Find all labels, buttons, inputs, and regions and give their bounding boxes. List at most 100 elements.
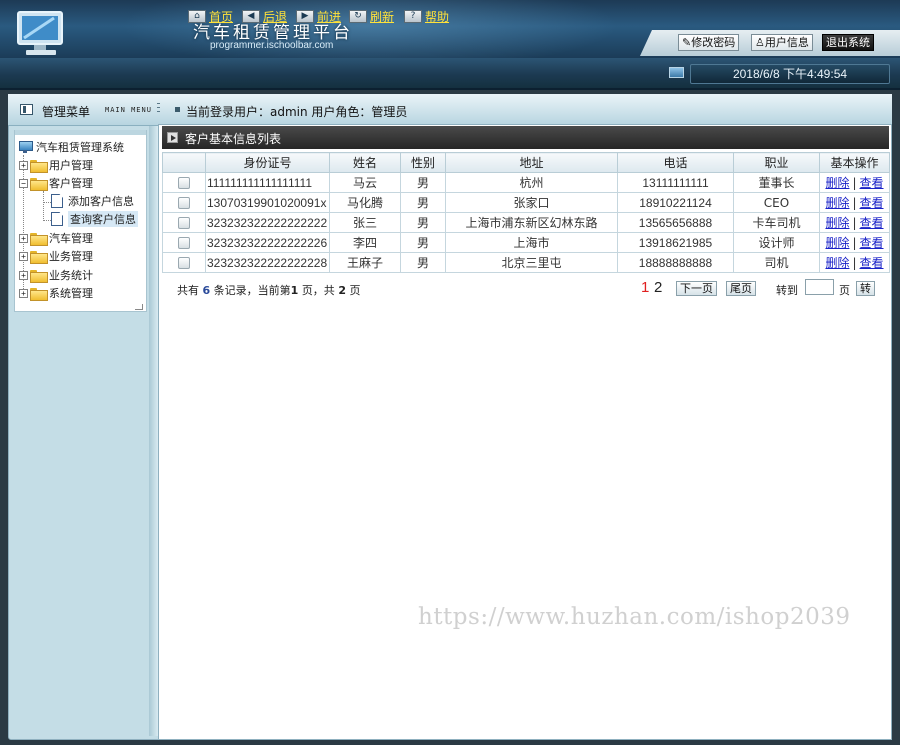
view-link[interactable]: 查看 — [860, 256, 884, 270]
expand-plus-icon[interactable]: + — [19, 233, 28, 243]
table-row: 111111111111111111 马云男杭州 13111111111 董事长 删除 |… — [162, 172, 890, 193]
jump-page-input[interactable] — [805, 279, 834, 295]
go-button[interactable]: 转 — [856, 281, 875, 296]
view-link[interactable]: 查看 — [860, 236, 884, 250]
row-checkbox[interactable] — [178, 257, 190, 269]
menu-subtitle: MAIN MENU — [105, 106, 152, 114]
tree-guide-line — [43, 220, 51, 221]
sidebar-subitem-label: 添加客户信息 — [68, 195, 134, 208]
job-cell: 设计师 — [733, 232, 820, 253]
resize-grip-icon — [135, 304, 143, 310]
tree-guide-line — [43, 202, 51, 203]
pencil-icon: ✎ — [682, 36, 692, 49]
sidebar-background — [14, 312, 148, 736]
address-cell: 北京三里屯 — [445, 252, 618, 273]
sidebar-item-label: 用户管理 — [49, 159, 93, 172]
sidebar-item-car-mgmt[interactable]: + 汽车管理 — [19, 230, 93, 246]
forward-label: 前进 — [317, 9, 342, 24]
address-cell: 上海市 — [445, 232, 618, 253]
tree-guide-line — [43, 191, 44, 219]
view-link[interactable]: 查看 — [860, 176, 884, 190]
sidebar-splitter[interactable] — [149, 126, 158, 736]
pager-summary: 共有 6 条记录，当前第1 页，共 2 页 — [177, 282, 360, 298]
column-header — [162, 152, 206, 173]
select-cell — [162, 172, 206, 193]
expand-plus-icon[interactable]: + — [19, 160, 28, 170]
page-link-2[interactable]: 2 — [654, 279, 662, 296]
delete-link[interactable]: 删除 — [825, 236, 849, 250]
table-row: 323232322222222226 李四男上海市 13918621985 设计师 删除… — [162, 232, 890, 253]
back-label: 后退 — [263, 9, 288, 24]
delete-link[interactable]: 删除 — [825, 256, 849, 270]
phone-cell: 18888888888 — [617, 252, 734, 273]
home-icon: ⌂ — [188, 9, 206, 23]
id-number-cell: 111111111111111111 — [205, 172, 330, 193]
delete-link[interactable]: 删除 — [825, 216, 849, 230]
phone-cell: 13918621985 — [617, 232, 734, 253]
sidebar-item-business-stats[interactable]: + 业务统计 — [19, 267, 93, 283]
table-row: 323232322222222222 张三男上海市浦东新区幻林东路 13565656… — [162, 212, 890, 233]
home-link[interactable]: ⌂ 首页 — [188, 8, 233, 24]
sidebar-subitem-query-customer[interactable]: 查询客户信息 — [51, 211, 138, 227]
page-icon — [51, 194, 63, 208]
user-info-button[interactable]: ♙用户信息 — [751, 34, 813, 51]
op-separator: | — [852, 196, 857, 210]
change-password-button[interactable]: ✎修改密码 — [678, 34, 740, 51]
sidebar-subitem-add-customer[interactable]: 添加客户信息 — [51, 193, 134, 209]
phone-cell: 18910221124 — [617, 192, 734, 213]
panel-title: 客户基本信息列表 — [185, 132, 282, 146]
computer-icon — [18, 140, 33, 154]
row-checkbox[interactable] — [178, 217, 190, 229]
row-checkbox[interactable] — [178, 197, 190, 209]
monitor-logo-icon — [17, 11, 63, 55]
logout-button[interactable]: 退出系统 — [822, 34, 874, 51]
column-header: 电话 — [617, 152, 734, 173]
tree-root-label: 汽车租赁管理系统 — [36, 141, 124, 154]
delete-link[interactable]: 删除 — [825, 196, 849, 210]
view-link[interactable]: 查看 — [860, 216, 884, 230]
tree-root[interactable]: 汽车租赁管理系统 — [18, 139, 124, 155]
home-label: 首页 — [209, 9, 234, 24]
op-separator: | — [852, 176, 857, 190]
help-link[interactable]: ? 帮助 — [404, 8, 449, 24]
view-link[interactable]: 查看 — [860, 196, 884, 210]
play-icon — [167, 132, 178, 143]
refresh-icon: ↻ — [349, 9, 367, 23]
sidebar-item-customer-mgmt[interactable]: − 客户管理 — [19, 175, 93, 191]
collapse-minus-icon[interactable]: − — [19, 178, 28, 188]
back-link[interactable]: ◀ 后退 — [242, 8, 287, 24]
refresh-label: 刷新 — [370, 9, 395, 24]
forward-link[interactable]: ▶ 前进 — [296, 8, 341, 24]
sex-cell: 男 — [400, 192, 446, 213]
sidebar-item-system-mgmt[interactable]: + 系统管理 — [19, 285, 93, 301]
name-cell: 张三 — [329, 212, 401, 233]
total-pages: 2 — [338, 284, 346, 297]
row-checkbox[interactable] — [178, 177, 190, 189]
sidebar-item-user-mgmt[interactable]: + 用户管理 — [19, 157, 93, 173]
next-page-button[interactable]: 下一页 — [676, 281, 717, 296]
table-body: 111111111111111111 马云男杭州 13111111111 董事长 删除 |… — [162, 172, 890, 273]
column-header: 地址 — [445, 152, 618, 173]
sidebar-item-label: 汽车管理 — [49, 232, 93, 245]
change-password-label: 修改密码 — [691, 36, 736, 49]
customer-table: 身份证号 姓名 性别 地址 电话 职业 基本操作 111111111111111… — [162, 152, 890, 273]
select-cell — [162, 212, 206, 233]
expand-plus-icon[interactable]: + — [19, 251, 28, 261]
delete-link[interactable]: 删除 — [825, 176, 849, 190]
expand-plus-icon[interactable]: + — [19, 270, 28, 280]
expand-plus-icon[interactable]: + — [19, 288, 28, 298]
folder-icon — [30, 232, 48, 246]
sex-cell: 男 — [400, 232, 446, 253]
last-page-button[interactable]: 尾页 — [726, 281, 756, 296]
refresh-link[interactable]: ↻ 刷新 — [349, 8, 394, 24]
op-separator: | — [852, 236, 857, 250]
sidebar-item-business-mgmt[interactable]: + 业务管理 — [19, 248, 93, 264]
folder-icon — [30, 269, 48, 283]
row-checkbox[interactable] — [178, 237, 190, 249]
page-link-1[interactable]: 1 — [641, 279, 649, 296]
select-cell — [162, 192, 206, 213]
table-row: 323232322222222228 王麻子男北京三里屯 18888888888 司机… — [162, 252, 890, 273]
phone-cell: 13111111111 — [617, 172, 734, 193]
op-separator: | — [852, 256, 857, 270]
column-header: 职业 — [733, 152, 820, 173]
